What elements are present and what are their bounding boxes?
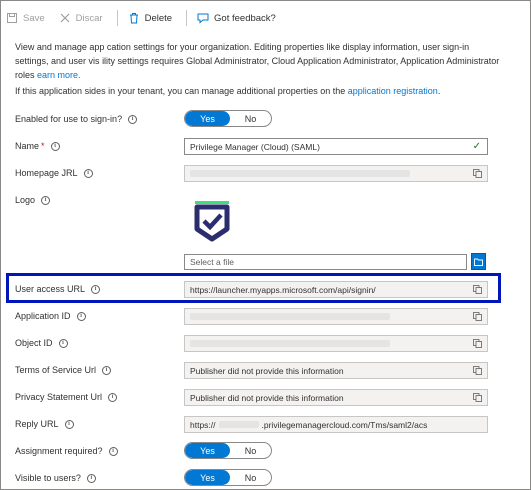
visible-row: Visible to users? i Yes No — [15, 468, 520, 488]
visible-label: Visible to users? — [15, 473, 81, 483]
reply-url-field[interactable]: https:// .privilegemanagercloud.com/Tms/… — [184, 416, 488, 433]
info-icon[interactable]: i — [50, 141, 60, 151]
info-icon[interactable]: i — [41, 195, 51, 205]
toggle-no[interactable]: No — [230, 111, 271, 126]
info-icon[interactable]: i — [58, 338, 68, 348]
tos-label: Terms of Service Url — [15, 365, 97, 375]
enabled-toggle[interactable]: Yes No — [184, 110, 272, 127]
visible-toggle[interactable]: Yes No — [184, 469, 272, 486]
info-icon[interactable]: i — [108, 392, 118, 402]
object-id-label: Object ID — [15, 338, 53, 348]
copy-icon[interactable] — [473, 312, 482, 321]
homepage-label: Homepage JRL — [15, 168, 78, 178]
info-icon[interactable]: i — [128, 114, 138, 124]
browse-file-button[interactable] — [471, 253, 486, 270]
trash-icon — [129, 13, 138, 24]
required-marker: * — [41, 141, 45, 151]
name-label: Name — [15, 141, 40, 151]
toolbar-divider — [116, 10, 118, 26]
object-id-row: Object ID i — [15, 333, 520, 353]
feedback-icon — [197, 13, 209, 24]
name-input[interactable]: Privilege Manager (Cloud) (SAML) ✓ — [184, 138, 488, 155]
homepage-row: Homepage JRL i — [15, 163, 520, 183]
info-icon[interactable]: i — [102, 365, 112, 375]
copy-icon[interactable] — [473, 393, 482, 402]
toggle-yes[interactable]: Yes — [185, 111, 230, 126]
privacy-row: Privacy Statement Url i Publisher did not… — [15, 387, 520, 407]
feedback-button[interactable]: Got feedback? — [197, 12, 276, 24]
checkmark-icon: ✓ — [472, 141, 481, 152]
application-registration-link[interactable]: application registration — [348, 86, 438, 96]
file-select-input[interactable]: Select a file — [184, 254, 467, 270]
folder-icon — [474, 258, 483, 266]
save-label: Save — [23, 12, 45, 24]
toggle-no[interactable]: No — [230, 443, 271, 458]
redacted-value — [190, 340, 390, 347]
reply-url-label: Reply URL — [15, 419, 59, 429]
app-logo-icon — [194, 201, 230, 242]
application-id-label: Application ID — [15, 311, 71, 321]
copy-icon[interactable] — [473, 366, 482, 375]
delete-label: Delete — [144, 12, 173, 24]
assignment-row: Assignment required? i Yes No — [15, 441, 520, 461]
redacted-value — [190, 313, 390, 320]
info-icon[interactable]: i — [86, 473, 96, 483]
copy-icon[interactable] — [473, 339, 482, 348]
toolbar-divider — [186, 10, 188, 26]
info-icon[interactable]: i — [83, 168, 93, 178]
discard-label: Discar — [75, 12, 103, 24]
info-icon[interactable]: i — [64, 419, 74, 429]
logo-row: Logo i — [15, 190, 520, 210]
enabled-label: Enabled for use to sign-in? — [15, 114, 123, 124]
privacy-label: Privacy Statement Url — [15, 392, 103, 402]
registration-note: If this application sides in your tenant… — [15, 86, 441, 96]
application-id-field[interactable] — [184, 308, 488, 325]
save-icon — [7, 13, 17, 23]
redacted-value — [218, 421, 259, 428]
enabled-row: Enabled for use to sign-in? i Yes No — [15, 109, 520, 129]
application-id-row: Application ID i — [15, 306, 520, 326]
tos-row: Terms of Service Url i Publisher did not … — [15, 360, 520, 380]
copy-icon[interactable] — [473, 169, 482, 178]
info-icon[interactable]: i — [108, 446, 118, 456]
homepage-url-field[interactable] — [184, 165, 488, 182]
command-bar: Save Discar Delete Got feedback? — [6, 7, 290, 29]
tos-url-field[interactable]: Publisher did not provide this informati… — [184, 362, 488, 379]
object-id-field[interactable] — [184, 335, 488, 352]
feedback-label: Got feedback? — [214, 12, 276, 24]
assignment-toggle[interactable]: Yes No — [184, 442, 272, 459]
name-row: Name * i Privilege Manager (Cloud) (SAML) … — [15, 136, 520, 156]
highlight-box — [6, 273, 501, 303]
discard-button[interactable]: Discar — [59, 12, 103, 24]
delete-button[interactable]: Delete — [128, 12, 172, 24]
logo-label: Logo — [15, 195, 36, 205]
learn-more-link[interactable]: earn more. — [37, 70, 81, 80]
toggle-yes[interactable]: Yes — [185, 443, 230, 458]
assignment-label: Assignment required? — [15, 446, 103, 456]
close-icon — [60, 13, 70, 23]
page-description: View and manage app cation settings for … — [15, 42, 500, 80]
save-button[interactable]: Save — [6, 12, 45, 24]
info-icon[interactable]: i — [76, 311, 86, 321]
toggle-no[interactable]: No — [230, 470, 271, 485]
toggle-yes[interactable]: Yes — [185, 470, 230, 485]
redacted-value — [190, 170, 410, 177]
reply-url-row: Reply URL i https:// .privilegemanagerclo… — [15, 414, 520, 434]
privacy-url-field[interactable]: Publisher did not provide this informati… — [184, 389, 488, 406]
